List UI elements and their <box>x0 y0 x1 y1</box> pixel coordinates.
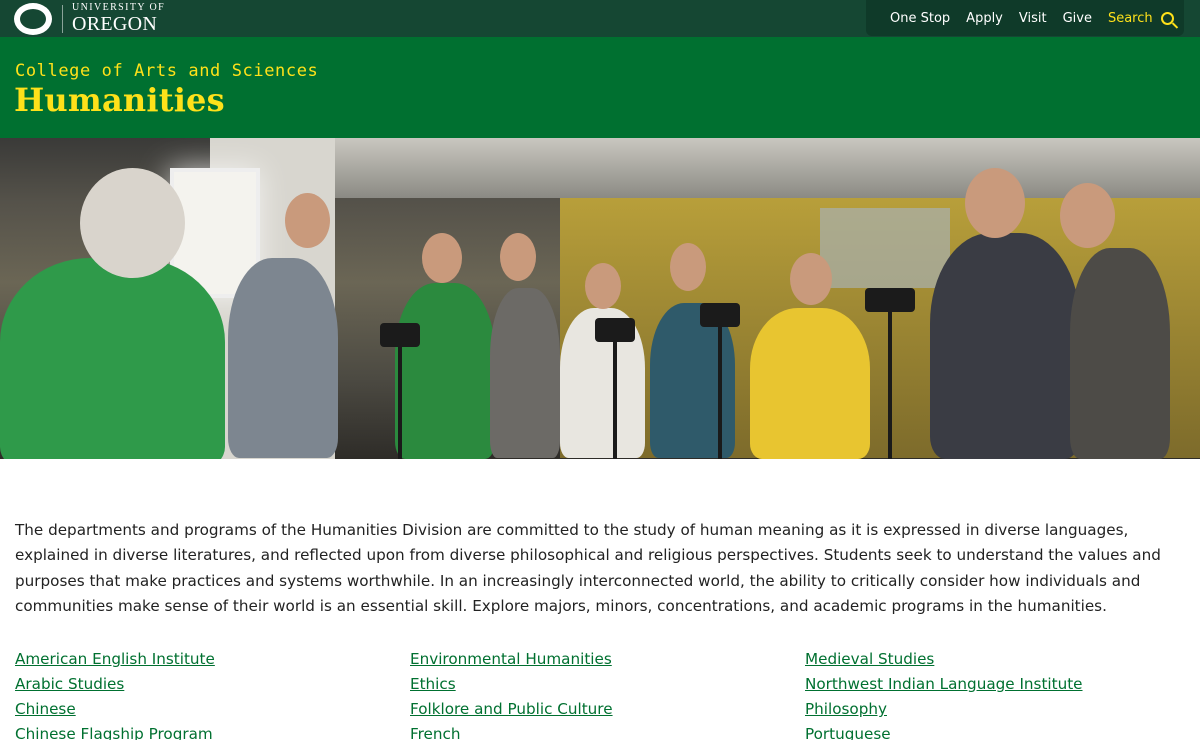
program-link[interactable]: Chinese <box>15 697 410 722</box>
page-title: Humanities <box>14 81 225 119</box>
program-link[interactable]: Medieval Studies <box>805 647 1200 672</box>
hero-person-duck-shirt <box>1070 248 1170 459</box>
camera-icon <box>595 318 635 342</box>
college-link[interactable]: College of Arts and Sciences <box>15 61 318 81</box>
o-logo-icon <box>14 2 52 35</box>
utility-link-apply[interactable]: Apply <box>966 11 1003 26</box>
program-link[interactable]: Arabic Studies <box>15 672 410 697</box>
intro-paragraph: The departments and programs of the Huma… <box>15 521 1161 615</box>
utility-link-one-stop[interactable]: One Stop <box>890 11 950 26</box>
search-icon <box>1160 11 1174 25</box>
hero-person-head <box>80 168 185 278</box>
program-link[interactable]: French <box>410 722 805 740</box>
hero-person-navy-hoodie <box>930 233 1080 459</box>
camera-icon <box>700 303 740 327</box>
hero-person-green-shirt <box>0 258 225 459</box>
program-column-3: Medieval Studies Northwest Indian Langua… <box>805 647 1200 740</box>
top-bar: UNIVERSITY OF OREGON One Stop Apply Visi… <box>0 0 1200 37</box>
logo-line-1: UNIVERSITY OF <box>72 2 166 13</box>
program-link[interactable]: Folklore and Public Culture <box>410 697 805 722</box>
program-list: American English Institute Arabic Studie… <box>15 647 1200 740</box>
program-link[interactable]: Philosophy <box>805 697 1200 722</box>
hero-person-head <box>1060 183 1115 248</box>
program-link[interactable]: Chinese Flagship Program <box>15 722 410 740</box>
program-link[interactable]: Portuguese <box>805 722 1200 740</box>
hero-person-head <box>422 233 462 283</box>
utility-link-visit[interactable]: Visit <box>1019 11 1047 26</box>
utility-nav: One Stop Apply Visit Give Search <box>866 0 1184 36</box>
program-link[interactable]: Northwest Indian Language Institute <box>805 672 1200 697</box>
university-logo[interactable]: UNIVERSITY OF OREGON <box>14 2 165 35</box>
hero-person-head <box>585 263 621 309</box>
hero-image <box>0 138 1200 459</box>
hero-person-gray-shirt <box>228 258 338 458</box>
program-link[interactable]: American English Institute <box>15 647 410 672</box>
tripod <box>888 312 892 459</box>
hero-person-head <box>670 243 706 291</box>
camera-icon <box>865 288 915 312</box>
program-column-1: American English Institute Arabic Studie… <box>15 647 410 740</box>
tripod <box>398 347 402 459</box>
hero-person-head <box>500 233 536 281</box>
logo-line-2: OREGON <box>72 13 158 35</box>
hero-person-head <box>790 253 832 305</box>
search-label: Search <box>1107 10 1153 26</box>
tripod <box>613 342 617 459</box>
logo-wordmark: UNIVERSITY OF OREGON <box>72 2 166 35</box>
search-button[interactable]: Search <box>1108 11 1174 26</box>
hero-person-head <box>285 193 330 248</box>
hero-person-green-vest <box>395 283 495 459</box>
logo-divider <box>62 4 63 33</box>
program-link[interactable]: Environmental Humanities <box>410 647 805 672</box>
hero-person-yellow-hoodie <box>750 308 870 459</box>
department-banner: College of Arts and Sciences Humanities <box>0 37 1200 138</box>
hero-window <box>820 208 950 288</box>
hero-person-head <box>965 168 1025 238</box>
program-column-2: Environmental Humanities Ethics Folklore… <box>410 647 805 740</box>
program-link[interactable]: Ethics <box>410 672 805 697</box>
tripod <box>718 327 722 459</box>
camera-icon <box>380 323 420 347</box>
utility-link-give[interactable]: Give <box>1063 11 1092 26</box>
hero-person-gray-tee <box>490 288 560 458</box>
